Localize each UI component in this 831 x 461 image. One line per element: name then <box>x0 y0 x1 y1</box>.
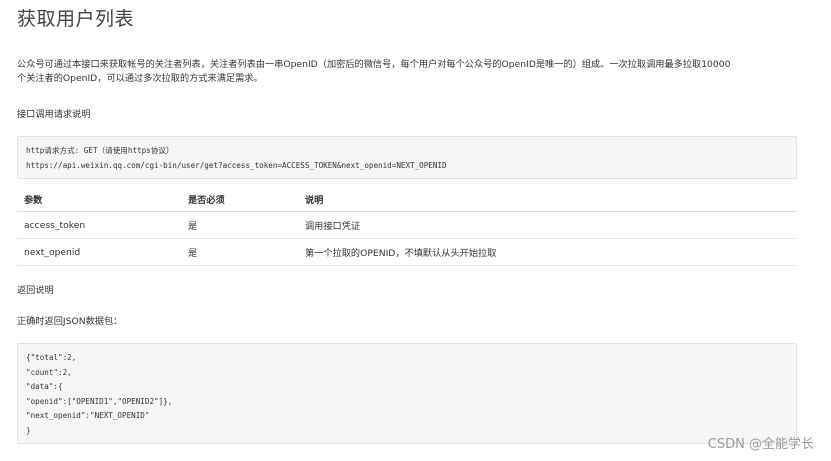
code-line: http请求方式: GET（请使用https协议） <box>26 146 174 155</box>
column-header: 说明 <box>298 186 797 212</box>
return-heading: 返回说明 <box>17 285 54 296</box>
request-code-block: http请求方式: GET（请使用https协议） https://api.we… <box>17 136 797 179</box>
json-code-block: {"total":2, "count":2, "data":{ "openid"… <box>17 343 797 444</box>
table-cell: 是 <box>181 238 298 266</box>
request-heading: 接口调用请求说明 <box>17 109 91 120</box>
return-subheading: 正确时返回JSON数据包： <box>17 316 123 327</box>
table-cell: 调用接口凭证 <box>298 211 797 239</box>
watermark: CSDN @全能学长 <box>707 437 814 452</box>
code-line: "data":{ <box>26 382 63 391</box>
code-line: {"total":2, <box>26 353 77 362</box>
description: 公众号可通过本接口来获取帐号的关注者列表，关注者列表由一串OpenID（加密后的… <box>17 58 807 86</box>
page-title: 获取用户列表 <box>17 8 135 30</box>
column-header: 参数 <box>17 186 181 212</box>
table-cell: 第一个拉取的OPENID，不填默认从头开始拉取 <box>298 238 797 266</box>
table-row: access_token 是 调用接口凭证 <box>17 211 797 239</box>
code-line: } <box>26 425 31 435</box>
code-line: https://api.weixin.qq.com/cgi-bin/user/g… <box>26 160 447 170</box>
table-row: next_openid 是 第一个拉取的OPENID，不填默认从头开始拉取 <box>17 238 797 266</box>
code-line: "next_openid":"NEXT_OPENID" <box>26 411 150 420</box>
description-line: 公众号可通过本接口来获取帐号的关注者列表，关注者列表由一串OpenID（加密后的… <box>17 59 731 70</box>
table-cell: next_openid <box>17 238 181 266</box>
table-cell: access_token <box>17 211 181 239</box>
code-line: "openid":["OPENID1","OPENID2"]}, <box>26 396 173 406</box>
column-header: 是否必须 <box>181 186 298 212</box>
table-header-row: 参数 是否必须 说明 <box>17 186 797 212</box>
code-line: "count":2, <box>26 367 72 377</box>
table-cell: 是 <box>181 211 298 239</box>
description-line: 个关注者的OpenID，可以通过多次拉取的方式来满足需求。 <box>17 73 263 84</box>
params-table: 参数 是否必须 说明 access_token 是 调用接口凭证 next_op… <box>17 186 797 266</box>
